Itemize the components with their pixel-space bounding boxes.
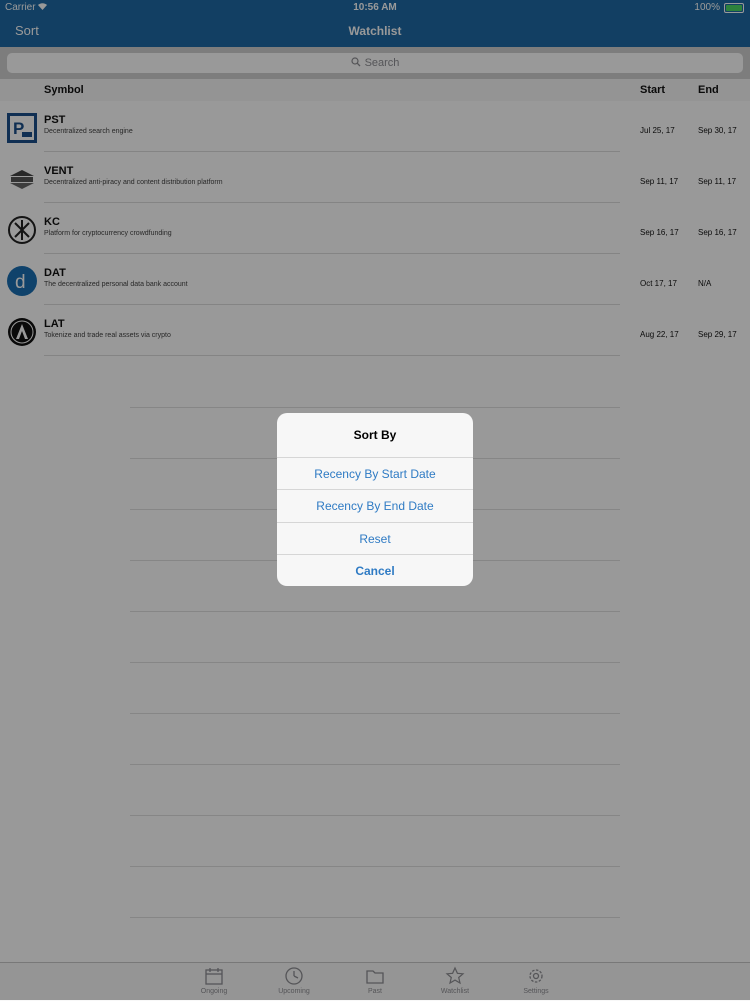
- reset-option[interactable]: Reset: [277, 522, 473, 555]
- sort-by-end-date-option[interactable]: Recency By End Date: [277, 489, 473, 522]
- sort-by-dialog: Sort By Recency By Start Date Recency By…: [277, 413, 473, 586]
- cancel-button[interactable]: Cancel: [277, 554, 473, 586]
- dialog-title: Sort By: [353, 428, 397, 442]
- sort-by-start-date-option[interactable]: Recency By Start Date: [277, 457, 473, 490]
